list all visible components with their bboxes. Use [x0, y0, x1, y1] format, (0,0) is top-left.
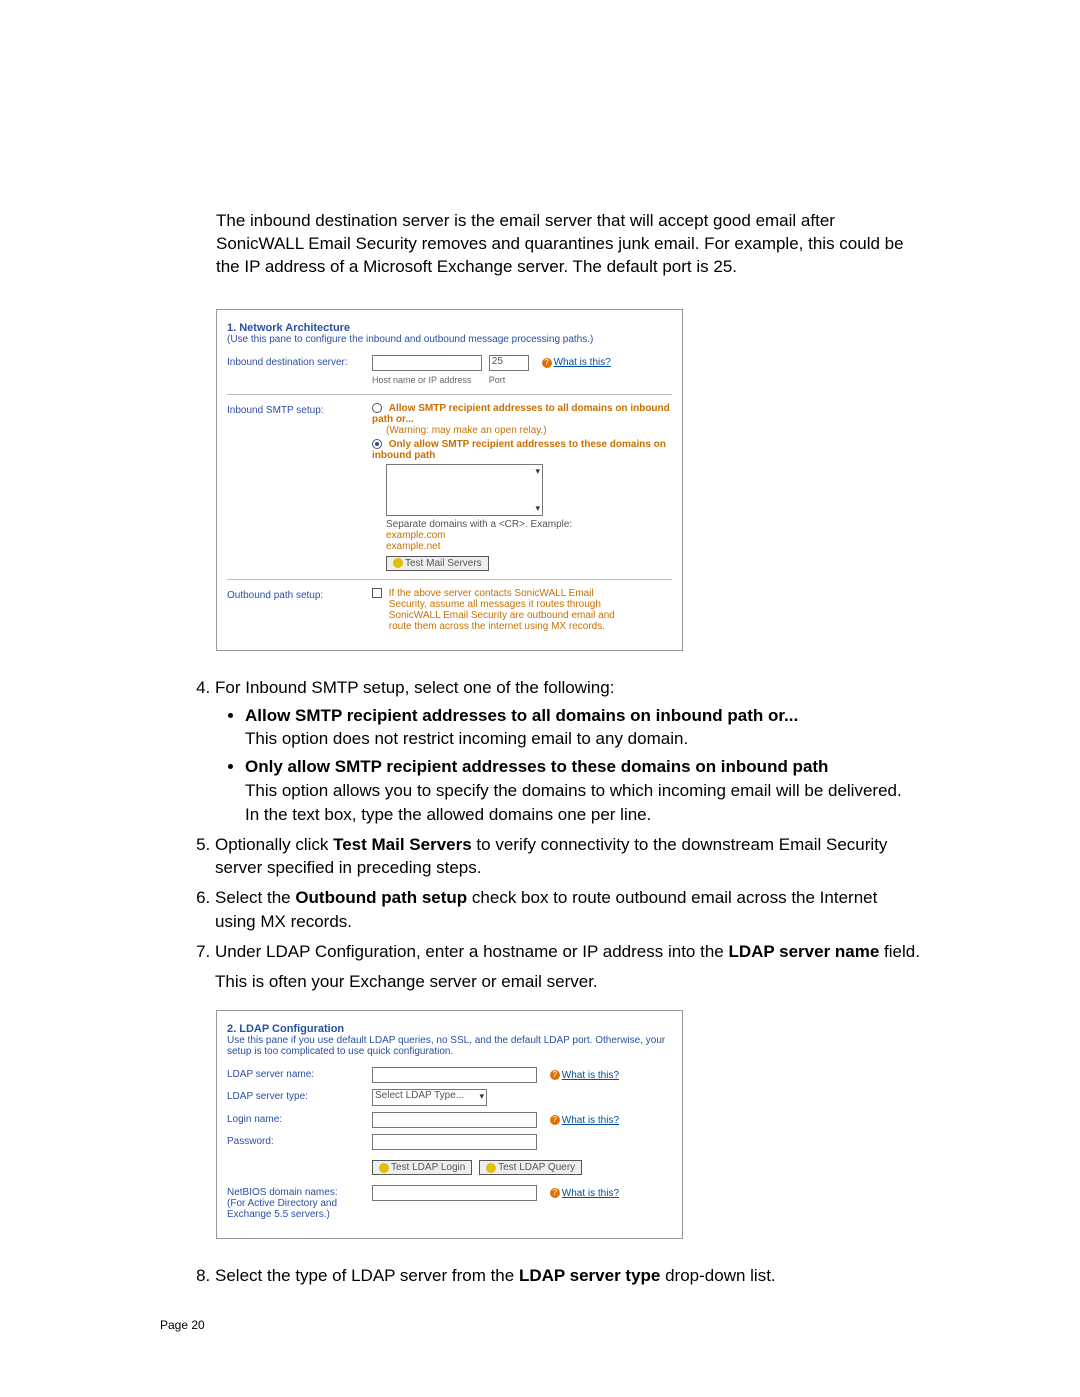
network-architecture-screenshot: 1. Network Architecture (Use this pane t… — [216, 309, 683, 651]
help-link[interactable]: What is this? — [562, 1188, 619, 1199]
option1-note: (Warning: may make an open relay.) — [386, 425, 672, 436]
ldap-title: 2. LDAP Configuration — [227, 1023, 672, 1035]
ldap-server-type-select[interactable]: Select LDAP Type... — [372, 1089, 487, 1106]
test-icon — [486, 1163, 496, 1173]
ldap-server-name-label: LDAP server name: — [227, 1067, 372, 1080]
page: The inbound destination server is the em… — [0, 0, 1080, 1392]
outbound-checkbox[interactable] — [372, 588, 382, 598]
help-icon[interactable]: ? — [542, 358, 552, 368]
example1: example.com — [386, 530, 672, 541]
section-subtitle: (Use this pane to configure the inbound … — [227, 334, 672, 345]
test-icon — [379, 1163, 389, 1173]
step-5: Optionally click Test Mail Servers to ve… — [215, 833, 920, 881]
test-mail-servers-button[interactable]: Test Mail Servers — [386, 556, 489, 571]
help-link[interactable]: What is this? — [562, 1115, 619, 1126]
step4-bullet1: Allow SMTP recipient addresses to all do… — [245, 704, 920, 752]
step4-bullet2: Only allow SMTP recipient addresses to t… — [245, 755, 920, 826]
netbios-input[interactable] — [372, 1185, 537, 1201]
test-icon — [393, 558, 403, 568]
ldap-subtitle: Use this pane if you use default LDAP qu… — [227, 1035, 672, 1057]
section-title: 1. Network Architecture — [227, 322, 672, 334]
radio-only-allow[interactable] — [372, 439, 382, 449]
option1-text: Allow SMTP recipient addresses to all do… — [372, 403, 670, 425]
help-link[interactable]: What is this? — [562, 1070, 619, 1081]
step7-note: This is often your Exchange server or em… — [215, 970, 920, 994]
help-icon[interactable]: ? — [550, 1070, 560, 1080]
host-input[interactable] — [372, 355, 482, 371]
domains-textarea[interactable]: ▾ — [386, 464, 543, 516]
outbound-path-label: Outbound path setup: — [227, 588, 372, 601]
page-footer: Page 20 — [160, 1318, 920, 1332]
outbound-text: If the above server contacts SonicWALL E… — [389, 588, 629, 632]
inbound-smtp-label: Inbound SMTP setup: — [227, 403, 372, 416]
step-6: Select the Outbound path setup check box… — [215, 886, 920, 934]
port-caption: Port — [489, 375, 506, 385]
help-icon[interactable]: ? — [550, 1188, 560, 1198]
steps-list-1: For Inbound SMTP setup, select one of th… — [190, 676, 920, 994]
ldap-config-screenshot: 2. LDAP Configuration Use this pane if y… — [216, 1010, 683, 1239]
steps-list-2: Select the type of LDAP server from the … — [190, 1264, 920, 1288]
intro-paragraph: The inbound destination server is the em… — [216, 210, 920, 279]
test-ldap-query-button[interactable]: Test LDAP Query — [479, 1160, 582, 1175]
example2: example.net — [386, 541, 672, 552]
host-caption: Host name or IP address — [372, 375, 486, 385]
step-7: Under LDAP Configuration, enter a hostna… — [215, 940, 920, 994]
inbound-dest-label: Inbound destination server: — [227, 355, 372, 368]
step-8: Select the type of LDAP server from the … — [215, 1264, 920, 1288]
password-label: Password: — [227, 1134, 372, 1147]
netbios-label: NetBIOS domain names: (For Active Direct… — [227, 1185, 372, 1220]
ldap-server-type-label: LDAP server type: — [227, 1089, 372, 1102]
radio-allow-all[interactable] — [372, 403, 382, 413]
step-4: For Inbound SMTP setup, select one of th… — [215, 676, 920, 827]
login-name-input[interactable] — [372, 1112, 537, 1128]
port-input[interactable]: 25 — [489, 355, 529, 371]
password-input[interactable] — [372, 1134, 537, 1150]
textarea-note: Separate domains with a <CR>. Example: — [386, 519, 672, 530]
help-link[interactable]: What is this? — [554, 357, 611, 368]
test-ldap-login-button[interactable]: Test LDAP Login — [372, 1160, 472, 1175]
login-name-label: Login name: — [227, 1112, 372, 1125]
ldap-server-name-input[interactable] — [372, 1067, 537, 1083]
help-icon[interactable]: ? — [550, 1115, 560, 1125]
option2-text: Only allow SMTP recipient addresses to t… — [372, 439, 666, 461]
